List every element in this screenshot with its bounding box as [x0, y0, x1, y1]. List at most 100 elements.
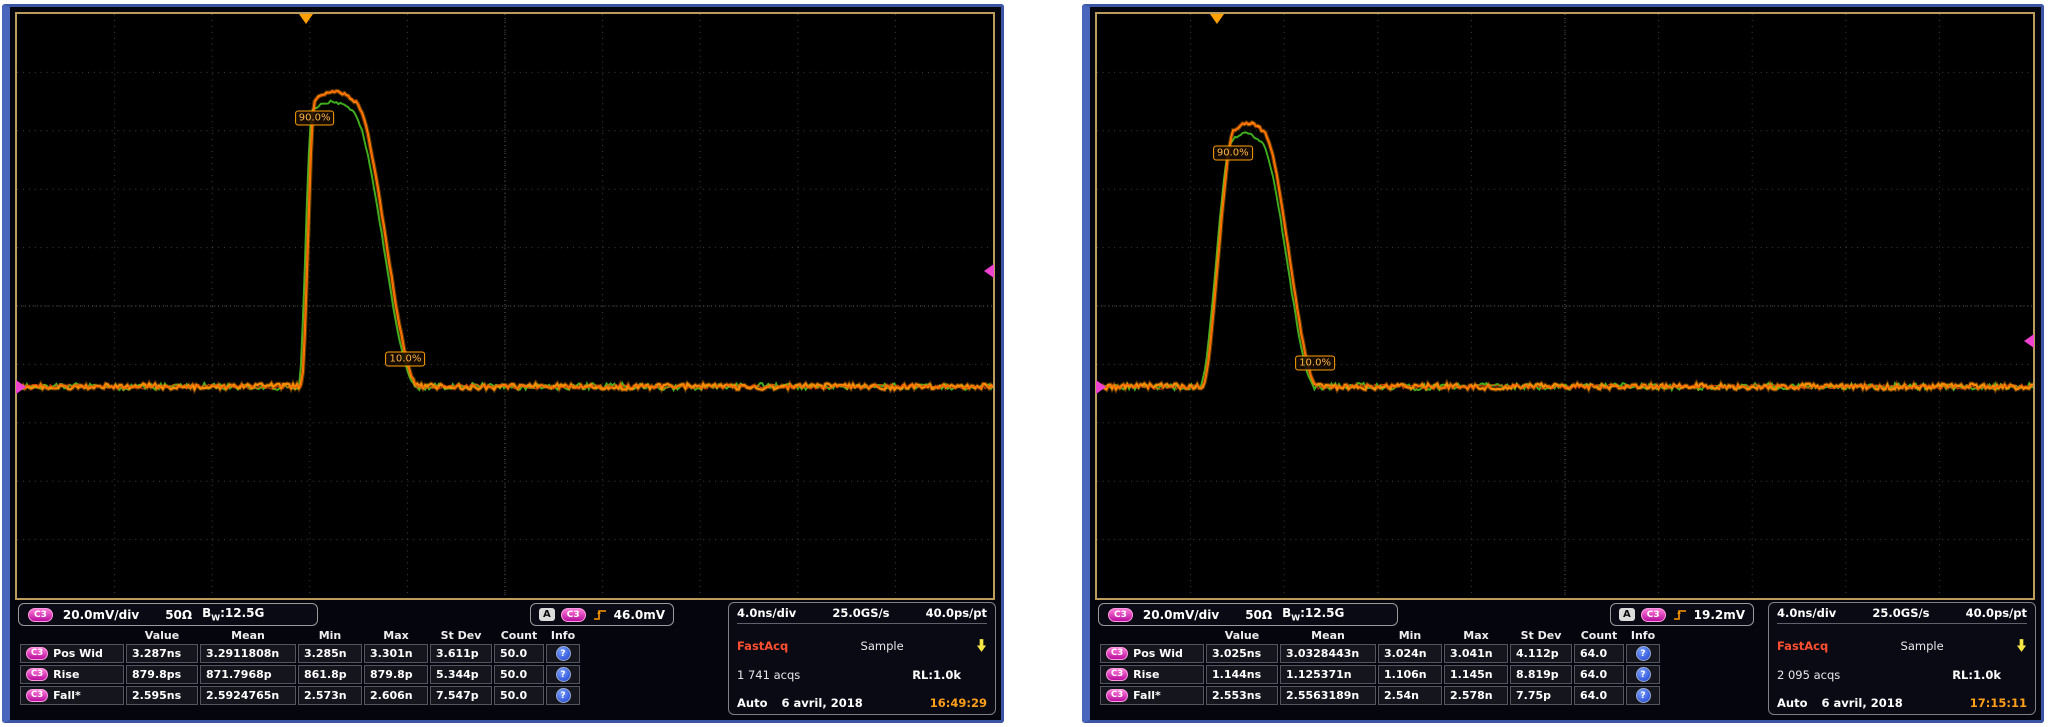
measurement-stdev: 8.819p [1510, 665, 1572, 684]
measurement-max: 2.606n [364, 686, 428, 705]
measurement-count: 64.0 [1574, 644, 1624, 663]
trigger-a-badge: A [539, 608, 555, 621]
horizontal-acquisition-readout: 4.0ns/div 25.0GS/s 40.0ps/pt FastAcq Sam… [728, 602, 996, 715]
measurement-stdev: 4.112p [1510, 644, 1572, 663]
annotation-10: 10.0% [386, 351, 426, 366]
col-max: Max [1444, 629, 1508, 642]
measurement-header-row: Value Mean Min Max St Dev Count Info [1100, 629, 1660, 642]
measurement-count: 64.0 [1574, 686, 1624, 705]
acquisition-count-row: 2 095 acqs RL:1.0k [1777, 668, 2027, 682]
trigger-readout[interactable]: A C3 46.0mV [530, 603, 674, 626]
trigger-level: 46.0mV [614, 608, 665, 622]
measurement-mean: 3.0328443n [1280, 644, 1376, 663]
trigger-position-marker[interactable] [1210, 14, 1224, 24]
readout-bar: C3 20.0mV/div 50Ω BW:12.5G A C3 46.0mV V… [10, 600, 1001, 720]
measurement-max: 2.578n [1444, 686, 1508, 705]
date-label: 6 avril, 2018 [782, 696, 863, 710]
trigger-level-marker[interactable] [984, 264, 994, 278]
measurement-stdev: 5.344p [430, 665, 492, 684]
waveform-display [1097, 14, 2033, 598]
measurement-mean: 1.125371n [1280, 665, 1376, 684]
measurement-min: 1.106n [1378, 665, 1442, 684]
acquisition-count: 1 741 acqs [737, 668, 800, 682]
trigger-mode-row: Auto 6 avril, 2018 17:15:11 [1777, 696, 2027, 710]
measurement-min: 2.573n [298, 686, 362, 705]
info-help-icon[interactable]: ? [556, 688, 571, 703]
channel-baseline-marker[interactable] [16, 380, 26, 394]
measurement-min: 3.285n [298, 644, 362, 663]
measurement-name: Rise [53, 668, 79, 681]
measurement-max: 1.145n [1444, 665, 1508, 684]
col-mean: Mean [200, 629, 296, 642]
input-termination: 50Ω [165, 608, 192, 622]
input-termination: 50Ω [1245, 608, 1272, 622]
measurement-name: Fall* [1133, 689, 1161, 702]
fastacq-label: FastAcq [737, 639, 788, 653]
trigger-level-marker[interactable] [2024, 334, 2034, 348]
channel-badge: C3 [1106, 668, 1128, 681]
graticule: 90.0% 10.0% [1095, 12, 2035, 600]
record-length: RL:1.0k [1952, 668, 2001, 682]
channel-baseline-marker[interactable] [1096, 380, 1106, 394]
measurement-mean: 3.2911808n [200, 644, 296, 663]
scope-panel-right: 90.0% 10.0% C3 20.0mV/div 50Ω BW:12.5G A… [1082, 4, 2044, 723]
measurement-name: Pos Wid [1133, 647, 1183, 660]
info-help-icon[interactable]: ? [1636, 646, 1651, 661]
col-value: Value [1206, 629, 1278, 642]
measurement-count: 50.0 [494, 665, 544, 684]
col-info: Info [546, 629, 580, 642]
acquisition-mode: Sample [861, 639, 904, 653]
info-help-icon[interactable]: ? [1636, 667, 1651, 682]
col-min: Min [298, 629, 362, 642]
col-count: Count [1574, 629, 1624, 642]
measurement-mean: 2.5563189n [1280, 686, 1376, 705]
trigger-a-badge: A [1619, 608, 1635, 621]
col-stdev: St Dev [1510, 629, 1572, 642]
date-label: 6 avril, 2018 [1822, 696, 1903, 710]
sample-rate: 25.0GS/s [832, 606, 889, 620]
channel-readout[interactable]: C3 20.0mV/div 50Ω BW:12.5G [18, 603, 318, 626]
measurement-row: C3Pos Wid 3.025ns 3.0328443n 3.024n 3.04… [1100, 644, 1660, 663]
measurement-stdev: 7.547p [430, 686, 492, 705]
info-help-icon[interactable]: ? [556, 646, 571, 661]
acquisition-count: 2 095 acqs [1777, 668, 1840, 682]
trigger-source-badge: C3 [1641, 608, 1666, 622]
measurement-min: 3.024n [1378, 644, 1442, 663]
channel-badge: C3 [26, 689, 48, 702]
measurement-count: 50.0 [494, 686, 544, 705]
time-per-div: 4.0ns/div [737, 606, 796, 620]
trigger-arm-arrow-icon [2016, 638, 2027, 653]
measurement-row: C3Rise 879.8ps 871.7968p 861.8p 879.8p 5… [20, 665, 580, 684]
acquisition-count-row: 1 741 acqs RL:1.0k [737, 668, 987, 682]
measurement-max: 3.301n [364, 644, 428, 663]
info-help-icon[interactable]: ? [1636, 688, 1651, 703]
scope-panel-left: 90.0% 10.0% C3 20.0mV/div 50Ω BW:12.5G A… [2, 4, 1004, 723]
measurement-stdev: 7.75p [1510, 686, 1572, 705]
time-per-div: 4.0ns/div [1777, 606, 1836, 620]
measurement-name: Pos Wid [53, 647, 103, 660]
trigger-mode: Auto [1777, 696, 1808, 710]
measurement-value: 3.287ns [126, 644, 198, 663]
trigger-position-marker[interactable] [299, 14, 313, 24]
info-help-icon[interactable]: ? [556, 667, 571, 682]
measurement-value: 2.595ns [126, 686, 198, 705]
annotation-90: 90.0% [1213, 145, 1253, 160]
measurement-value: 879.8ps [126, 665, 198, 684]
trigger-readout[interactable]: A C3 19.2mV [1610, 603, 1754, 626]
time-label: 17:15:11 [1970, 696, 2027, 710]
col-mean: Mean [1280, 629, 1376, 642]
measurement-value: 3.025ns [1206, 644, 1278, 663]
bandwidth-readout: BW:12.5G [202, 606, 264, 622]
channel-readout[interactable]: C3 20.0mV/div 50Ω BW:12.5G [1098, 603, 1398, 626]
sample-rate: 25.0GS/s [1872, 606, 1929, 620]
channel-badge: C3 [26, 668, 48, 681]
measurement-row: C3Fall* 2.553ns 2.5563189n 2.54n 2.578n … [1100, 686, 1660, 705]
col-min: Min [1378, 629, 1442, 642]
timebase-readout: 4.0ns/div 25.0GS/s 40.0ps/pt [737, 606, 987, 624]
channel-badge: C3 [1106, 689, 1128, 702]
measurement-name: Fall* [53, 689, 81, 702]
col-max: Max [364, 629, 428, 642]
sample-resolution: 40.0ps/pt [926, 606, 987, 620]
annotation-90: 90.0% [295, 110, 335, 125]
channel-badge: C3 [28, 608, 53, 622]
